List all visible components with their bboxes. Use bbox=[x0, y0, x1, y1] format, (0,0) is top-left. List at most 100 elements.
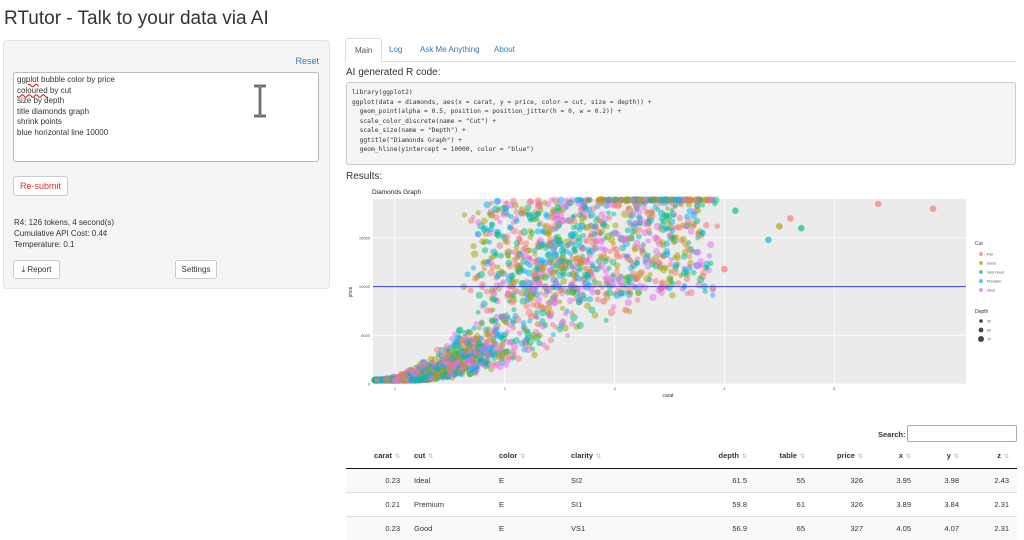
data-point bbox=[601, 246, 607, 252]
outlier-point bbox=[874, 200, 882, 208]
data-point bbox=[542, 291, 549, 298]
tab-log[interactable]: Log bbox=[380, 38, 411, 62]
column-header-cut[interactable]: cut ⇅ bbox=[408, 444, 493, 469]
data-point bbox=[529, 211, 535, 217]
data-point bbox=[492, 362, 499, 369]
data-point bbox=[558, 212, 565, 219]
data-point bbox=[569, 310, 575, 316]
table-cell: E bbox=[493, 491, 565, 516]
data-point bbox=[610, 241, 616, 247]
data-point bbox=[649, 213, 656, 220]
table-cell: 59.8 bbox=[675, 491, 755, 516]
data-point bbox=[467, 287, 474, 294]
data-point bbox=[466, 342, 474, 349]
prompt-line: title diamonds graph bbox=[17, 106, 90, 116]
settings-button[interactable]: Settings bbox=[175, 260, 217, 279]
data-point bbox=[490, 307, 496, 313]
data-point bbox=[494, 231, 501, 238]
data-point bbox=[497, 219, 503, 225]
data-point bbox=[536, 340, 543, 347]
data-point bbox=[493, 326, 500, 333]
data-point bbox=[505, 259, 513, 267]
data-point bbox=[597, 218, 604, 225]
data-point bbox=[624, 274, 632, 282]
data-point bbox=[675, 224, 683, 232]
diamonds-scatter-plot: Diamonds Graph 0 5000 10000 15000 1 2 3 4 5 cara… bbox=[348, 189, 1004, 399]
reset-link[interactable]: Reset bbox=[295, 56, 319, 66]
prompt-textarea[interactable]: ggplot bubble color by price coloured by … bbox=[13, 72, 319, 162]
tab-main[interactable]: Main bbox=[345, 38, 383, 63]
data-point bbox=[582, 257, 591, 265]
tab-ask-me-anything[interactable]: Ask Me Anything bbox=[411, 38, 489, 62]
column-header-y[interactable]: y ⇅ bbox=[919, 444, 967, 469]
input-panel: Reset ggplot bubble color by price colour… bbox=[3, 40, 330, 289]
data-point bbox=[693, 261, 702, 270]
resubmit-button[interactable]: Re-submit bbox=[13, 176, 68, 196]
data-point bbox=[458, 339, 466, 347]
data-point bbox=[684, 244, 691, 251]
data-point bbox=[474, 230, 482, 238]
data-point bbox=[541, 223, 548, 229]
temperature-stat: Temperature: 0.1 bbox=[14, 240, 75, 249]
data-point bbox=[676, 214, 684, 222]
table-cell: 61 bbox=[755, 491, 813, 516]
outlier-point bbox=[929, 205, 937, 213]
data-point bbox=[512, 261, 519, 267]
data-point bbox=[657, 226, 663, 232]
data-point bbox=[587, 268, 594, 275]
table-cell: 3.95 bbox=[871, 467, 919, 492]
data-point bbox=[675, 280, 682, 287]
data-point bbox=[509, 279, 517, 287]
data-point bbox=[470, 243, 477, 250]
data-point bbox=[530, 272, 537, 279]
report-button[interactable]: ⤓ Report bbox=[13, 260, 60, 279]
data-point bbox=[602, 275, 608, 281]
data-point bbox=[709, 287, 716, 293]
data-point bbox=[690, 222, 697, 229]
data-point bbox=[649, 293, 657, 301]
data-point bbox=[513, 240, 521, 247]
data-point bbox=[588, 211, 596, 219]
data-point bbox=[599, 228, 606, 235]
data-point bbox=[545, 300, 552, 307]
data-point bbox=[529, 332, 538, 340]
data-point bbox=[663, 225, 670, 232]
data-point bbox=[694, 248, 702, 256]
data-point bbox=[489, 317, 496, 325]
data-point bbox=[485, 351, 492, 358]
data-point bbox=[530, 286, 539, 294]
data-point bbox=[507, 321, 514, 329]
table-row[interactable]: 0.21 Premium E SI1 59.8 61 326 3.89 3.84 2.31 bbox=[346, 491, 1017, 516]
tab-about[interactable]: About bbox=[485, 38, 524, 62]
data-point bbox=[599, 237, 605, 243]
table-cell: 3.89 bbox=[871, 491, 919, 516]
column-header-color[interactable]: color ⇅ bbox=[493, 444, 565, 469]
data-point bbox=[502, 200, 509, 206]
table-row[interactable]: 0.23 Ideal E SI2 61.5 55 326 3.95 3.98 2.43 bbox=[346, 467, 1017, 492]
data-point bbox=[442, 351, 451, 360]
column-header-clarity[interactable]: clarity ⇅ bbox=[565, 444, 675, 469]
data-point bbox=[534, 267, 540, 273]
table-row[interactable]: 0.23 Good E VS1 56.9 65 327 4.05 4.07 2.31 bbox=[346, 515, 1017, 540]
data-point bbox=[687, 259, 694, 267]
column-header-table[interactable]: table ⇅ bbox=[755, 444, 813, 469]
table-cell: 0.21 bbox=[346, 491, 408, 516]
column-header-x[interactable]: x ⇅ bbox=[871, 444, 919, 469]
data-point bbox=[590, 205, 597, 212]
column-header-depth[interactable]: depth ⇅ bbox=[675, 444, 755, 469]
sort-icon: ⇅ bbox=[394, 454, 400, 461]
data-point bbox=[542, 322, 549, 328]
column-header-z[interactable]: z ⇅ bbox=[967, 444, 1017, 469]
data-point bbox=[510, 292, 517, 299]
data-point bbox=[519, 297, 527, 305]
data-point bbox=[536, 222, 542, 228]
table-search-input[interactable] bbox=[907, 425, 1017, 442]
column-header-carat[interactable]: carat ⇅ bbox=[346, 444, 408, 469]
data-point bbox=[500, 210, 508, 219]
column-header-price[interactable]: price ⇅ bbox=[813, 444, 871, 469]
data-point bbox=[613, 262, 621, 269]
x-tick-label: 5 bbox=[833, 386, 836, 391]
data-point bbox=[545, 240, 552, 248]
data-point bbox=[415, 365, 423, 373]
data-point bbox=[638, 269, 646, 276]
